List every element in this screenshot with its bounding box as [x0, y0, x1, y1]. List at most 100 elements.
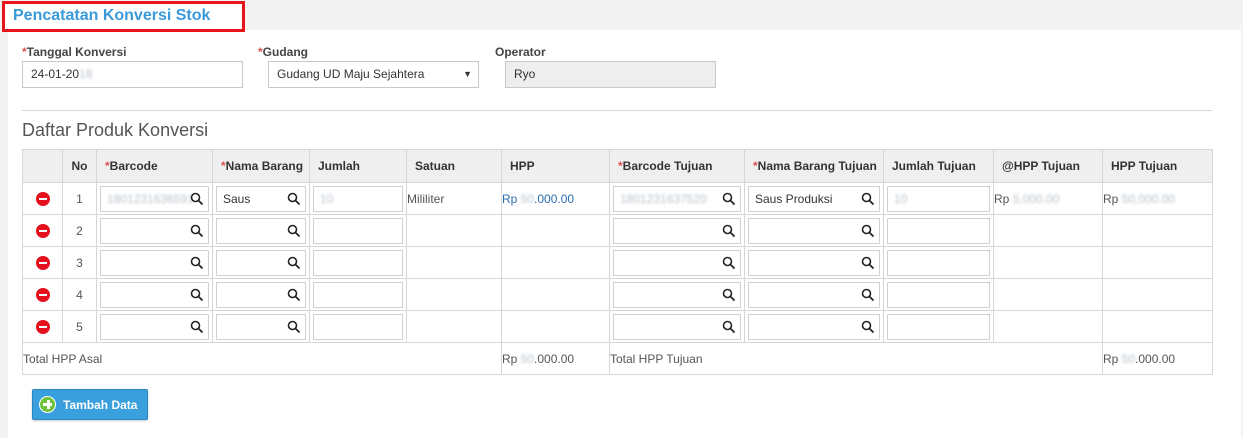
nama-barang-tujuan-cell [744, 214, 884, 247]
search-icon[interactable] [287, 320, 301, 334]
jumlah-input[interactable] [313, 217, 403, 244]
hpp-tujuan-cell [1102, 214, 1213, 247]
search-icon[interactable] [190, 288, 204, 302]
barcode-tujuan-input[interactable] [613, 217, 741, 244]
total-hpp-asal-value: Rp 50.000.00 [501, 342, 610, 375]
search-icon[interactable] [722, 224, 736, 238]
satuan-cell [406, 214, 502, 247]
barcode-tujuan-input[interactable]: 1801231637520 [613, 185, 741, 212]
barcode-tujuan-cell: 1801231637520 [609, 182, 745, 215]
col-hpp-tujuan: HPP Tujuan [1102, 149, 1213, 183]
delete-row-icon[interactable] [35, 319, 50, 334]
tambah-data-button[interactable]: Tambah Data [32, 389, 148, 420]
barcode-tujuan-cell [609, 310, 745, 343]
search-icon[interactable] [190, 256, 204, 270]
nama-barang-tujuan-input[interactable] [748, 249, 880, 276]
jumlah-input[interactable] [313, 249, 403, 276]
nama-barang-tujuan-cell [744, 310, 884, 343]
page-title-box: Pencatatan Konversi Stok [2, 1, 245, 32]
tanggal-input[interactable]: 24-01-2018 [22, 61, 243, 88]
nama-barang-cell [212, 214, 310, 247]
barcode-cell: 1801231636591 [96, 182, 213, 215]
nama-barang-tujuan-input[interactable] [748, 313, 880, 340]
nama-barang-input[interactable] [216, 313, 306, 340]
jumlah-tujuan-input[interactable] [887, 217, 990, 244]
plus-icon [39, 396, 56, 413]
nama-barang-input[interactable]: Saus [216, 185, 306, 212]
barcode-tujuan-input[interactable] [613, 313, 741, 340]
search-icon[interactable] [287, 224, 301, 238]
delete-row-icon[interactable] [35, 255, 50, 270]
nama-barang-input[interactable] [216, 217, 306, 244]
row-number: 1 [62, 182, 97, 215]
search-icon[interactable] [861, 256, 875, 270]
search-icon[interactable] [861, 288, 875, 302]
search-icon[interactable] [722, 192, 736, 206]
search-icon[interactable] [722, 320, 736, 334]
hpp-tujuan-unit-cell [993, 214, 1103, 247]
search-icon[interactable] [861, 320, 875, 334]
search-icon[interactable] [722, 256, 736, 270]
tanggal-label: *Tanggal Konversi [22, 45, 127, 59]
search-icon[interactable] [190, 192, 204, 206]
barcode-input[interactable] [100, 313, 209, 340]
delete-row-icon[interactable] [35, 191, 50, 206]
barcode-input[interactable] [100, 249, 209, 276]
chevron-down-icon: ▼ [463, 69, 472, 79]
search-icon[interactable] [287, 192, 301, 206]
delete-cell [22, 214, 63, 247]
hpp-cell [501, 214, 610, 247]
nama-barang-cell [212, 246, 310, 279]
hpp-tujuan-cell [1102, 278, 1213, 311]
nama-barang-tujuan-input[interactable] [748, 281, 880, 308]
operator-field: Ryo [505, 61, 716, 88]
barcode-input[interactable]: 1801231636591 [100, 185, 209, 212]
barcode-cell [96, 310, 213, 343]
delete-cell [22, 246, 63, 279]
col-jumlah-tujuan: Jumlah Tujuan [883, 149, 994, 183]
barcode-input[interactable] [100, 281, 209, 308]
gudang-group: *Gudang Gudang UD Maju Sejahtera ▼ [258, 45, 479, 88]
delete-cell [22, 310, 63, 343]
delete-row-icon[interactable] [35, 287, 50, 302]
gudang-label: *Gudang [258, 45, 308, 59]
barcode-tujuan-input[interactable] [613, 249, 741, 276]
search-icon[interactable] [287, 256, 301, 270]
jumlah-input[interactable] [313, 281, 403, 308]
operator-label: Operator [495, 45, 546, 59]
row-number: 3 [62, 246, 97, 279]
barcode-input[interactable] [100, 217, 209, 244]
barcode-cell [96, 246, 213, 279]
barcode-tujuan-input[interactable] [613, 281, 741, 308]
jumlah-tujuan-input[interactable] [887, 313, 990, 340]
search-icon[interactable] [287, 288, 301, 302]
jumlah-tujuan-input[interactable]: 10 [887, 185, 990, 212]
row-number: 2 [62, 214, 97, 247]
search-icon[interactable] [861, 192, 875, 206]
search-icon[interactable] [190, 320, 204, 334]
hpp-tujuan-cell: Rp 50,000.00 [1102, 182, 1213, 215]
search-icon[interactable] [861, 224, 875, 238]
jumlah-tujuan-input[interactable] [887, 249, 990, 276]
hpp-cell: Rp 50.000.00 [501, 182, 610, 215]
tanggal-group: *Tanggal Konversi 24-01-2018 [22, 45, 243, 88]
table-row: 3 [22, 246, 1213, 279]
search-icon[interactable] [722, 288, 736, 302]
delete-row-icon[interactable] [35, 223, 50, 238]
jumlah-input[interactable] [313, 313, 403, 340]
jumlah-input[interactable]: 10 [313, 185, 403, 212]
nama-barang-tujuan-cell [744, 278, 884, 311]
nama-barang-tujuan-cell [744, 246, 884, 279]
table-row: 4 [22, 278, 1213, 311]
gudang-select[interactable]: Gudang UD Maju Sejahtera ▼ [268, 61, 479, 88]
nama-barang-input[interactable] [216, 249, 306, 276]
col-hpp: HPP [501, 149, 610, 183]
nama-barang-tujuan-input[interactable]: Saus Produksi [748, 185, 880, 212]
row-number: 5 [62, 310, 97, 343]
nama-barang-tujuan-input[interactable] [748, 217, 880, 244]
nama-barang-input[interactable] [216, 281, 306, 308]
search-icon[interactable] [190, 224, 204, 238]
table-row: 2 [22, 214, 1213, 247]
jumlah-tujuan-input[interactable] [887, 281, 990, 308]
delete-cell [22, 278, 63, 311]
